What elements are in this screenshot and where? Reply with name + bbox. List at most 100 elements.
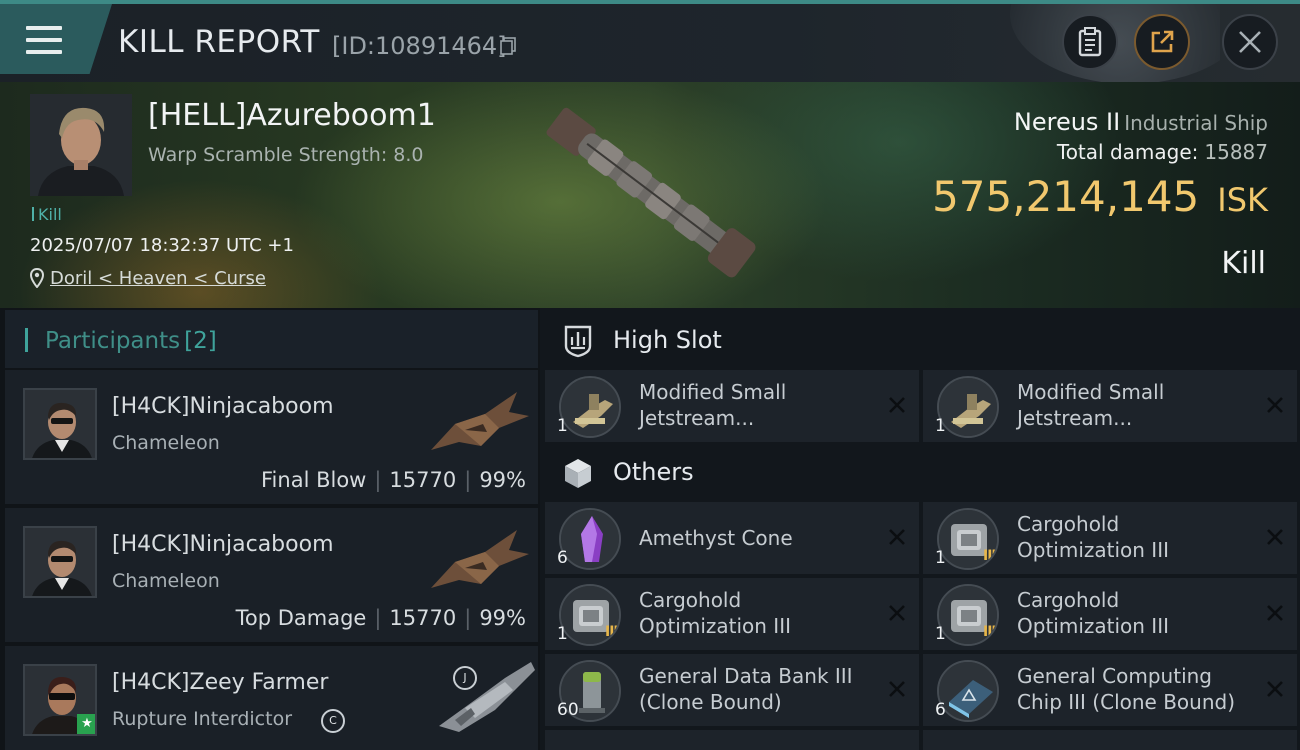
kill-id: [ID:10891464]: [332, 32, 507, 60]
participant-damage: 15770: [389, 468, 457, 492]
fitting-item[interactable]: III 1 Cargohold Optimization III: [923, 502, 1297, 574]
fitting-item-partial[interactable]: [923, 730, 1297, 750]
total-damage-label: Total damage:: [1056, 140, 1199, 164]
item-name: Cargohold Optimization III: [1017, 588, 1169, 638]
participant-name[interactable]: [H4CK]Zeey Farmer: [112, 670, 328, 695]
participant-name[interactable]: [H4CK]Ninjacaboom: [112, 394, 334, 419]
share-button[interactable]: [1134, 14, 1190, 70]
fitting-item-partial[interactable]: [545, 730, 919, 750]
kill-datetime: 2025/07/07 18:32:37 UTC +1: [30, 235, 294, 256]
destroyed-x-icon: [889, 605, 905, 621]
tier-badge: III: [983, 624, 997, 640]
fitting-item[interactable]: 60 General Data Bank III (Clone Bound): [545, 654, 919, 726]
corp-badge-icon: C: [321, 709, 345, 733]
item-quantity: 60: [557, 700, 579, 720]
victim-ship-class: Industrial Ship: [1124, 111, 1268, 135]
kill-location[interactable]: Doril < Heaven < Curse: [30, 266, 266, 290]
isk-value-row: 575,214,145 ISK: [932, 172, 1268, 221]
participant-ship-image: [431, 392, 529, 450]
participant-ship: Rupture Interdictor: [112, 708, 292, 730]
total-damage: Total damage: 15887: [1057, 140, 1268, 164]
item-name: Modified Small Jetstream...: [639, 380, 787, 430]
high-slot-icon: [564, 325, 592, 358]
item-name: General Data Bank III (Clone Bound): [639, 664, 853, 714]
destroyed-x-icon: [1267, 681, 1283, 697]
participant-role: Final Blow: [261, 468, 367, 492]
participant-percent: 99%: [479, 606, 526, 630]
page-title: KILL REPORT: [118, 24, 320, 60]
victim-ship: Nereus II Industrial Ship: [1014, 108, 1268, 136]
participants-title: Participants [2]: [45, 328, 217, 354]
others-header: Others: [545, 442, 1300, 502]
participant-role: Top Damage: [235, 606, 367, 630]
participant-row[interactable]: [H4CK]Ninjacaboom Chameleon Top Damage | 1…: [5, 508, 538, 642]
participant-ship: Chameleon: [112, 570, 220, 592]
item-name: Amethyst Cone: [639, 526, 793, 550]
isk-unit: ISK: [1217, 181, 1268, 219]
jetstream-module-icon: [937, 376, 999, 438]
share-icon: [1151, 30, 1174, 53]
destroyed-x-icon: [1267, 529, 1283, 545]
participant-row[interactable]: ★ [H4CK]Zeey Farmer Rupture Interdictor …: [5, 646, 538, 750]
fitting-item[interactable]: 1 Modified Small Jetstream...: [923, 370, 1297, 442]
high-slot-title: High Slot: [613, 326, 722, 354]
location-link[interactable]: Doril < Heaven < Curse: [50, 268, 266, 289]
destroyed-x-icon: [889, 397, 905, 413]
warp-scramble-strength: Warp Scramble Strength: 8.0: [148, 144, 424, 166]
item-quantity: 6: [557, 548, 568, 568]
victim-name[interactable]: [HELL]Azureboom1: [148, 98, 436, 133]
victim-banner: [HELL]Azureboom1 Warp Scramble Strength:…: [0, 82, 1300, 308]
clipboard-button[interactable]: [1062, 14, 1118, 70]
fitting-item[interactable]: 1 Modified Small Jetstream...: [545, 370, 919, 442]
tier-badge: III: [605, 624, 619, 640]
fitting-item[interactable]: III 1 Cargohold Optimization III: [545, 578, 919, 650]
item-quantity: 1: [935, 416, 946, 436]
item-quantity: 6: [935, 700, 946, 720]
kill-tag: Kill: [32, 205, 62, 224]
avatar: [23, 526, 97, 598]
close-icon: [1239, 31, 1261, 53]
participants-panel: Participants [2] [H4CK]Ninjacaboom Chamel…: [0, 308, 540, 750]
participant-row[interactable]: [H4CK]Ninjacaboom Chameleon Final Blow | 1…: [5, 370, 538, 504]
tier-badge: III: [983, 548, 997, 564]
item-name: Modified Small Jetstream...: [1017, 380, 1165, 430]
item-quantity: 1: [935, 624, 946, 644]
participant-ship: Chameleon: [112, 432, 220, 454]
isk-value: 575,214,145: [932, 172, 1200, 221]
participant-stats: Final Blow | 15770 | 99%: [261, 468, 526, 492]
cargohold-module-icon: III: [937, 508, 999, 570]
high-slot-header: High Slot: [545, 310, 1300, 370]
participant-ship-image: [431, 530, 529, 588]
participant-ship-image: [439, 662, 535, 732]
total-damage-value: 15887: [1204, 140, 1268, 164]
kill-result: Kill: [1221, 246, 1266, 281]
avatar: ★: [23, 664, 97, 736]
destroyed-x-icon: [889, 529, 905, 545]
victim-ship-image: [546, 107, 756, 278]
item-quantity: 1: [557, 416, 568, 436]
participant-damage: 15770: [389, 606, 457, 630]
participants-count: [2]: [184, 328, 217, 354]
others-title: Others: [613, 458, 694, 486]
participant-name[interactable]: [H4CK]Ninjacaboom: [112, 532, 334, 557]
jetstream-module-icon: [559, 376, 621, 438]
cube-icon: [565, 459, 591, 488]
clipboard-icon: [1078, 27, 1102, 57]
fitting-item[interactable]: 6 General Computing Chip III (Clone Boun…: [923, 654, 1297, 726]
destroyed-x-icon: [1267, 397, 1283, 413]
cargohold-module-icon: III: [559, 584, 621, 646]
item-name: Cargohold Optimization III: [1017, 512, 1169, 562]
fitting-item[interactable]: 6 Amethyst Cone: [545, 502, 919, 574]
item-quantity: 1: [935, 548, 946, 568]
destroyed-x-icon: [1267, 605, 1283, 621]
victim-ship-name[interactable]: Nereus II: [1014, 108, 1120, 136]
participants-header: Participants [2]: [5, 310, 538, 368]
item-name: General Computing Chip III (Clone Bound): [1017, 664, 1236, 714]
close-button[interactable]: [1222, 14, 1278, 70]
location-pin-icon: [30, 268, 44, 288]
copy-icon[interactable]: [500, 37, 516, 55]
amethyst-crystal-icon: [559, 508, 621, 570]
fitting-item[interactable]: III 1 Cargohold Optimization III: [923, 578, 1297, 650]
participant-stats: Top Damage | 15770 | 99%: [235, 606, 526, 630]
item-quantity: 1: [557, 624, 568, 644]
